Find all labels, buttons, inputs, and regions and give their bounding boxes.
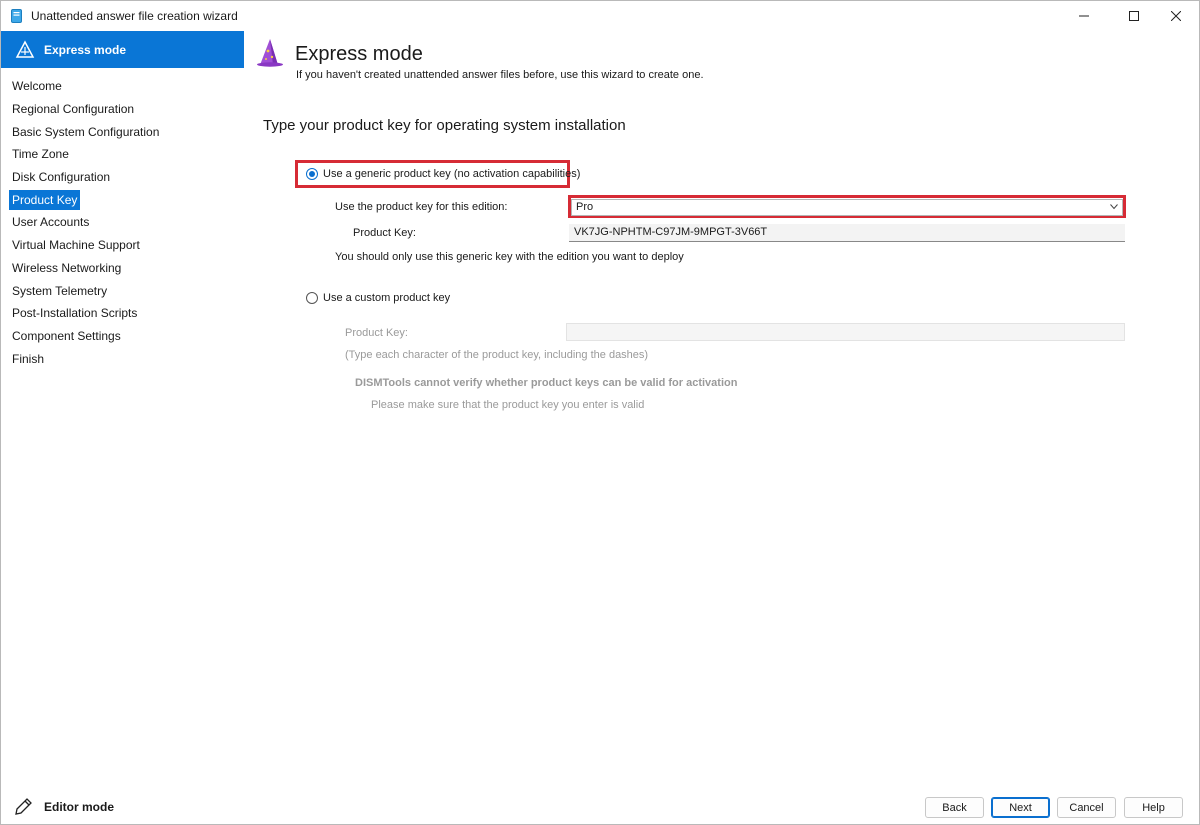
pencil-icon: [15, 798, 32, 815]
section-title: Type your product key for operating syst…: [263, 117, 626, 134]
activation-warning-text: Please make sure that the product key yo…: [371, 399, 645, 411]
custom-key-radio[interactable]: [306, 292, 318, 304]
maximize-icon: [1129, 11, 1139, 21]
help-button[interactable]: Help: [1124, 797, 1183, 818]
window-title: Unattended answer file creation wizard: [31, 9, 238, 23]
custom-product-key-label: Product Key:: [345, 327, 408, 339]
editor-mode-label: Editor mode: [44, 800, 115, 814]
page-title: Express mode: [295, 43, 423, 65]
sidebar-item-finish[interactable]: Finish: [9, 349, 47, 369]
edition-select-value: Pro: [576, 201, 594, 213]
sidebar-item-component-settings[interactable]: Component Settings: [9, 326, 124, 346]
custom-product-key-field[interactable]: [566, 323, 1125, 341]
minimize-icon: [1079, 15, 1089, 17]
sidebar: Express mode Welcome Regional Configurat…: [1, 31, 244, 824]
sidebar-header-label: Express mode: [44, 43, 127, 57]
chevron-down-icon: [1110, 204, 1118, 210]
sidebar-item-product-key[interactable]: Product Key: [9, 190, 81, 210]
activation-warning-title: DISMTools cannot verify whether product …: [355, 377, 738, 389]
generic-key-note: You should only use this generic key wit…: [335, 251, 684, 263]
generic-product-key-label: Product Key:: [353, 227, 416, 239]
sidebar-item-basic-system-configuration[interactable]: Basic System Configuration: [9, 122, 162, 142]
wizard-hat-icon: [257, 39, 283, 67]
edition-label: Use the product key for this edition:: [335, 201, 508, 213]
title-bar: Unattended answer file creation wizard: [1, 1, 1199, 31]
back-button[interactable]: Back: [925, 797, 984, 818]
main-panel: Express mode If you haven't created unat…: [244, 31, 1199, 824]
wizard-window: Unattended answer file creation wizard E…: [0, 0, 1200, 825]
sidebar-item-disk-configuration[interactable]: Disk Configuration: [9, 167, 113, 187]
custom-key-radio-label: Use a custom product key: [323, 292, 451, 304]
page-subtitle: If you haven't created unattended answer…: [296, 69, 704, 81]
app-icon: [11, 9, 22, 23]
sidebar-item-welcome[interactable]: Welcome: [9, 76, 65, 96]
maximize-button[interactable]: [1111, 1, 1157, 31]
sidebar-item-system-telemetry[interactable]: System Telemetry: [9, 281, 110, 301]
sidebar-item-post-installation-scripts[interactable]: Post-Installation Scripts: [9, 303, 140, 323]
sidebar-header: Express mode: [1, 31, 244, 68]
minimize-button[interactable]: [1061, 1, 1107, 31]
sidebar-item-user-accounts[interactable]: User Accounts: [9, 212, 92, 232]
cancel-button[interactable]: Cancel: [1057, 797, 1116, 818]
generic-key-radio-label: Use a generic product key (no activation…: [323, 168, 581, 180]
close-icon: [1171, 11, 1181, 21]
edition-select[interactable]: Pro: [571, 199, 1123, 216]
sidebar-item-wireless-networking[interactable]: Wireless Networking: [9, 258, 124, 278]
close-button[interactable]: [1153, 1, 1199, 31]
express-mode-icon: [15, 40, 35, 58]
generic-product-key-field[interactable]: VK7JG-NPHTM-C97JM-9MPGT-3V66T: [569, 224, 1125, 242]
next-button[interactable]: Next: [991, 797, 1050, 818]
sidebar-item-regional-configuration[interactable]: Regional Configuration: [9, 99, 137, 119]
custom-key-hint: (Type each character of the product key,…: [345, 349, 649, 361]
sidebar-item-virtual-machine-support[interactable]: Virtual Machine Support: [9, 235, 143, 255]
sidebar-item-time-zone[interactable]: Time Zone: [9, 144, 72, 164]
custom-key-option[interactable]: Use a custom product key: [306, 287, 450, 309]
generic-key-radio[interactable]: [306, 168, 318, 180]
generic-key-option[interactable]: Use a generic product key (no activation…: [306, 163, 580, 185]
